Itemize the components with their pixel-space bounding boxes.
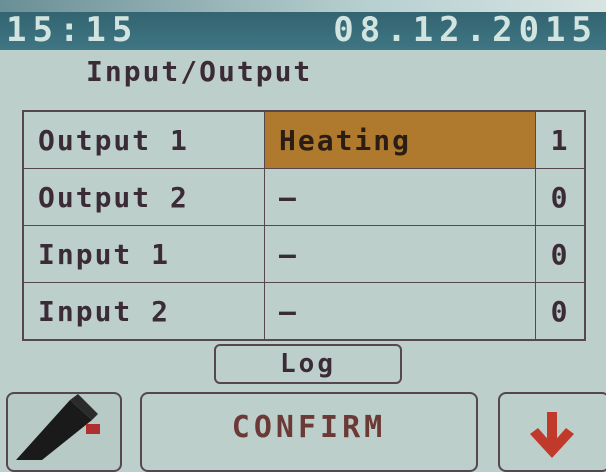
row-count: 1: [535, 110, 586, 169]
row-label: Input 2: [22, 282, 265, 341]
page-title: Input/Output: [86, 55, 313, 88]
table-row[interactable]: Input 1 — 0: [22, 225, 586, 283]
row-value[interactable]: —: [264, 282, 536, 341]
down-button[interactable]: [498, 392, 606, 472]
row-label: Output 1: [22, 110, 265, 169]
row-value[interactable]: Heating: [264, 110, 536, 169]
edit-button[interactable]: [6, 392, 122, 472]
row-value[interactable]: —: [264, 168, 536, 226]
table-row[interactable]: Input 2 — 0: [22, 282, 586, 341]
table-row[interactable]: Output 1 Heating 1: [22, 110, 586, 169]
edit-pen-icon: [16, 394, 100, 460]
row-count: 0: [535, 168, 586, 226]
row-label: Input 1: [22, 225, 265, 283]
log-button[interactable]: Log: [214, 344, 402, 384]
row-label: Output 2: [22, 168, 265, 226]
table-row[interactable]: Output 2 — 0: [22, 168, 586, 226]
confirm-button[interactable]: CONFIRM: [140, 392, 478, 472]
arrow-down-icon: [530, 412, 574, 458]
row-count: 0: [535, 225, 586, 283]
io-table: Output 1 Heating 1 Output 2 — 0 Input 1 …: [22, 110, 586, 341]
row-value[interactable]: —: [264, 225, 536, 283]
status-time: 15:15: [6, 10, 139, 50]
status-bar: 15:15 08.12.2015: [0, 0, 606, 50]
status-date: 08.12.2015: [333, 10, 598, 50]
row-count: 0: [535, 282, 586, 341]
confirm-label: CONFIRM: [231, 410, 387, 445]
